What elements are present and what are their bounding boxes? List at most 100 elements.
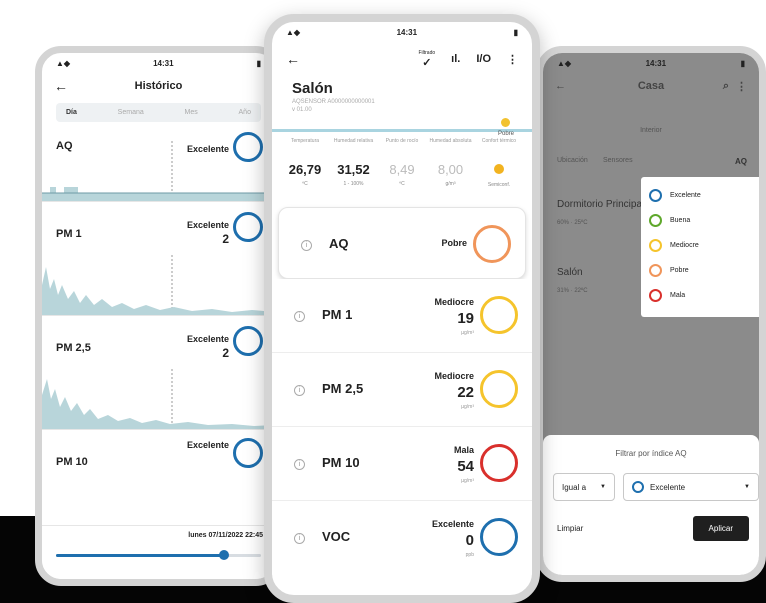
history-row-pm10[interactable]: PM 10 Excelente — [42, 430, 275, 470]
quality-ring-icon — [233, 326, 263, 356]
chevron-down-icon: ▼ — [744, 484, 750, 490]
location-item[interactable]: Salón 31% · 22ºC — [557, 267, 588, 294]
phone-device-detail: ▲◆ 14:31 ▮ ← Filtrado ✓ ıl. I/O ⋮ Salón … — [264, 14, 540, 603]
clear-button[interactable]: Limpiar — [557, 524, 583, 533]
quality-ring-icon — [480, 444, 518, 482]
status-bar: ▲◆ 14:31 ▮ — [272, 22, 532, 42]
aq-value-select[interactable]: Excelente ▼ — [623, 473, 759, 501]
row-label: PM 1 — [56, 228, 82, 240]
sensor-value: 22 — [457, 384, 474, 401]
status-time: 14:31 — [645, 58, 667, 68]
sensor-value: 0 — [465, 532, 474, 549]
tab-year[interactable]: Año — [239, 109, 251, 116]
back-arrow-icon[interactable]: ← — [286, 51, 300, 67]
measurement-value: 26,79 — [288, 162, 322, 177]
filter-action[interactable]: Filtrado ✓ — [418, 50, 435, 69]
sensor-row-voc[interactable]: i VOC Excelente 0 ppb — [272, 501, 532, 575]
period-tabs: Día Semana Mes Año — [56, 103, 261, 122]
quality-ring-icon — [632, 481, 644, 493]
history-row-pm1[interactable]: PM 1 Excelente 2 — [42, 202, 275, 316]
sensor-row-pm1[interactable]: i PM 1 Mediocre 19 µg/m³ — [272, 279, 532, 353]
battery-icon: ▮ — [740, 58, 745, 68]
date-slider[interactable] — [56, 550, 261, 560]
operator-select[interactable]: Igual a ▼ — [553, 473, 615, 501]
operator-value: Igual a — [562, 482, 587, 492]
legend-label: Mala — [670, 292, 686, 299]
measurement-unit: 1 - 100% — [343, 181, 364, 187]
signal-icon: ▲◆ — [286, 27, 301, 37]
more-icon[interactable]: ⋮ — [736, 80, 747, 93]
io-button[interactable]: I/O — [476, 53, 491, 65]
legend-item: Buena — [649, 208, 759, 233]
check-icon: ✓ — [422, 56, 432, 69]
info-icon[interactable]: i — [301, 240, 312, 251]
measurement-humidity: Humedad relativa 31,52 1 - 100% — [331, 138, 377, 207]
quality-ring-icon — [649, 214, 662, 227]
quality-ring-icon — [233, 438, 263, 468]
sensor-unit: ppb — [465, 552, 474, 558]
location-item[interactable]: Dormitorio Principal 60% · 25ºC — [557, 199, 644, 226]
sensor-quality: Mala — [453, 445, 474, 455]
sheet-title: Filtrar por índice AQ — [615, 449, 687, 458]
back-arrow-icon[interactable]: ← — [54, 78, 68, 94]
location-detail: 31% · 22ºC — [557, 288, 588, 294]
measurement-unit: Semiconf. — [487, 182, 511, 188]
measurement-dew-point: Punto de rocío 8,49 ºC — [379, 138, 425, 207]
tab-week[interactable]: Semana — [118, 109, 144, 116]
device-name: Salón — [292, 80, 333, 97]
legend-label: Buena — [670, 217, 691, 224]
sensor-row-pm25[interactable]: i PM 2,5 Mediocre 22 µg/m³ — [272, 353, 532, 427]
row-label: PM 2,5 — [56, 342, 91, 354]
battery-icon: ▮ — [256, 58, 261, 68]
aq-value: Excelente — [650, 482, 686, 492]
aq-history-chart — [42, 141, 275, 201]
sensor-row-aq[interactable]: i AQ Pobre — [278, 207, 526, 279]
quality-ring-icon — [480, 296, 518, 334]
slider-handle[interactable] — [219, 550, 230, 560]
measurement-absolute-humidity: Humedad absoluta 8,00 g/m³ — [428, 138, 474, 207]
slider-fill — [56, 554, 225, 557]
tab-month[interactable]: Mes — [185, 109, 198, 116]
chart-icon[interactable]: ıl. — [451, 53, 460, 65]
apply-button[interactable]: Aplicar — [692, 516, 749, 541]
sensor-name: AQ — [329, 236, 349, 251]
slider-date: lunes 07/11/2022 22:45 — [188, 532, 263, 539]
history-row-pm25[interactable]: PM 2,5 Excelente 2 — [42, 316, 275, 430]
page-title: Histórico — [134, 80, 183, 92]
column-header-sensors: Sensores — [603, 157, 633, 164]
sensor-quality: Pobre — [441, 238, 467, 248]
back-arrow-icon[interactable]: ← — [555, 80, 566, 92]
measurement-value: 31,52 — [337, 162, 370, 177]
row-value: 2 — [222, 232, 229, 246]
info-icon[interactable]: i — [294, 385, 305, 396]
measurement-temperature: Temperatura 26,79 ºC — [282, 138, 328, 207]
legend-item: Mala — [649, 283, 759, 308]
measurement-header: Confort térmico — [481, 138, 517, 144]
sensor-unit: µg/m³ — [461, 330, 474, 336]
info-icon[interactable]: i — [294, 459, 305, 470]
history-row-aq[interactable]: AQ Excelente — [42, 122, 275, 202]
row-value: 2 — [222, 346, 229, 360]
quality-ring-icon — [473, 225, 511, 263]
status-dot — [501, 118, 511, 127]
sensor-unit: µg/m³ — [461, 404, 474, 410]
info-icon[interactable]: i — [294, 311, 305, 322]
sensor-row-pm10[interactable]: i PM 10 Mala 54 µg/m³ — [272, 427, 532, 501]
sensor-unit: µg/m³ — [461, 478, 474, 484]
tab-day[interactable]: Día — [66, 109, 77, 116]
quality-ring-icon — [649, 189, 662, 202]
more-icon[interactable]: ⋮ — [507, 53, 518, 66]
quality-ring-icon — [649, 289, 662, 302]
row-quality: Excelente — [186, 440, 229, 450]
search-icon[interactable]: ⌕ — [723, 80, 729, 93]
measurement-header: Punto de rocío — [385, 138, 419, 144]
info-icon[interactable]: i — [294, 533, 305, 544]
column-header-aq: AQ — [735, 157, 747, 166]
measurement-header: Humedad absoluta — [429, 138, 472, 144]
chevron-down-icon: ▼ — [600, 484, 606, 490]
battery-icon: ▮ — [513, 27, 518, 37]
section-subheader: Interior — [640, 127, 662, 134]
measurement-value: 8,00 — [437, 162, 464, 177]
signal-icon: ▲◆ — [56, 58, 71, 68]
legend-label: Excelente — [670, 192, 701, 199]
